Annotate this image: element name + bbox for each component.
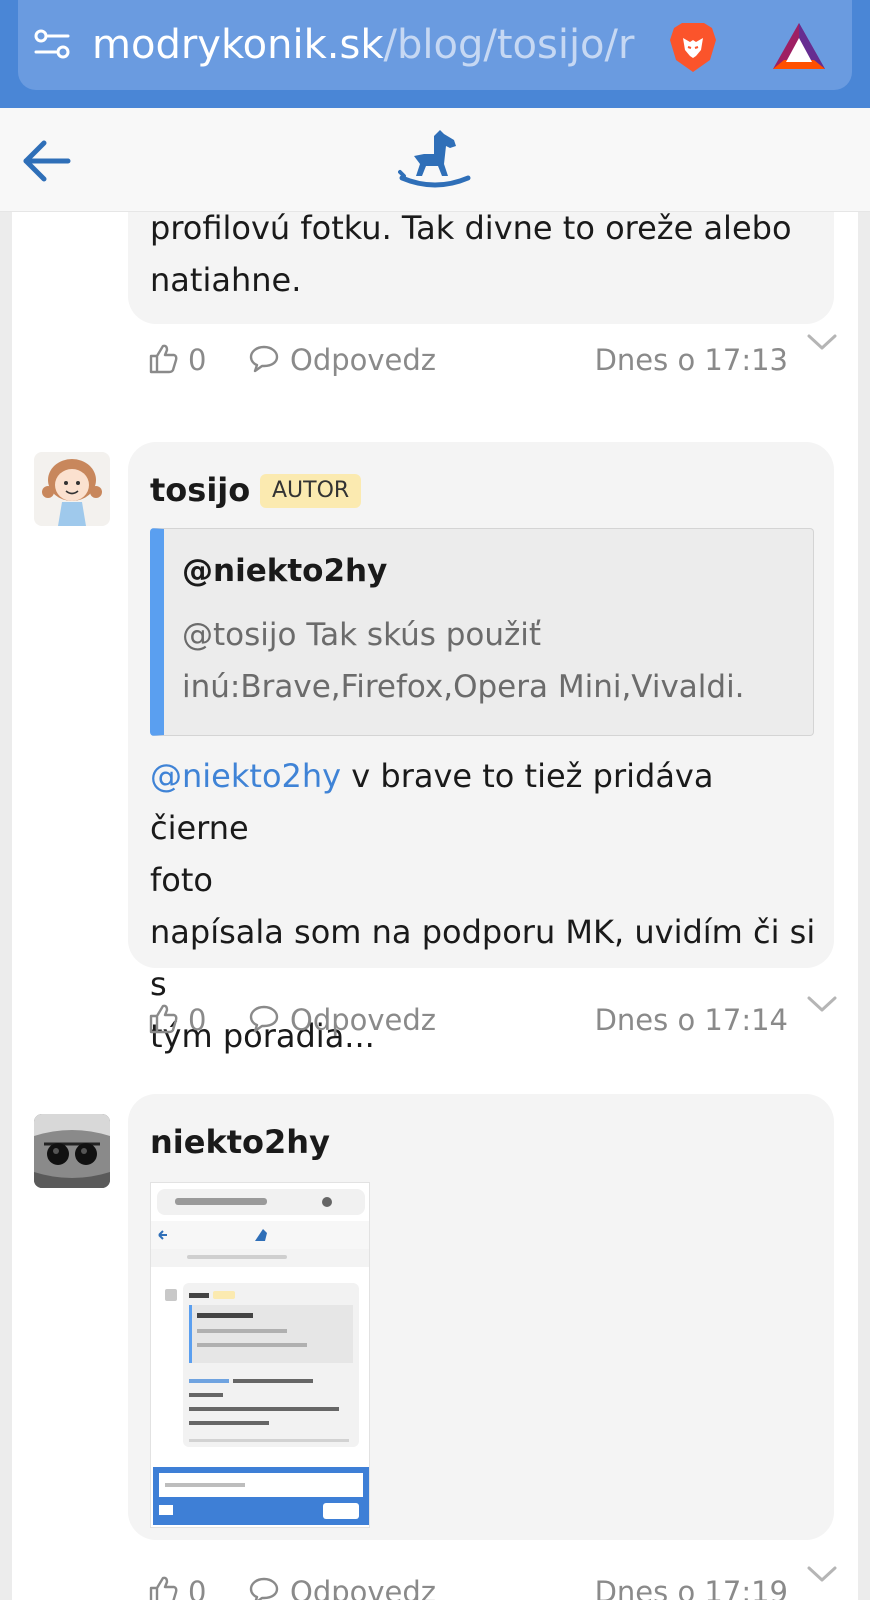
like-count: 0: [188, 1003, 207, 1037]
screenshot-preview-image: [151, 1183, 369, 1527]
girl-avatar-icon: [42, 459, 102, 526]
url-host: modrykonik.sk: [92, 22, 384, 68]
user-mention-link[interactable]: @niekto2hy: [150, 757, 341, 795]
speech-bubble-icon[interactable]: [248, 344, 280, 374]
tune-icon[interactable]: [32, 26, 72, 62]
comment-timestamp: Dnes o 17:14: [594, 1003, 788, 1037]
thumbs-up-icon[interactable]: [148, 1574, 178, 1600]
comment-text-line: napísala som na podporu MK, uvidím či si…: [150, 913, 816, 1003]
chevron-down-icon[interactable]: [806, 994, 838, 1014]
thumbs-up-icon[interactable]: [148, 342, 178, 374]
quote-text-line: inú:Brave,Firefox,Opera Mini,Vivaldi.: [182, 669, 745, 705]
comment-author[interactable]: tosijo: [150, 470, 250, 510]
screenshot-thumbnail[interactable]: [150, 1182, 370, 1528]
comment-bubble: tosijo AUTOR @niekto2hy @tosijo Tak skús…: [128, 442, 834, 1055]
thumbs-up-icon[interactable]: [148, 1002, 178, 1034]
comment-actions: 0 Odpovedz Dnes o 17:13: [148, 340, 788, 380]
quote-text: @tosijo Tak skús použiť inú:Brave,Firefo…: [182, 609, 802, 713]
comment-text-line: profilovú fotku. Tak divne to oreže aleb…: [150, 212, 792, 247]
author-badge: AUTOR: [260, 474, 362, 508]
reply-button[interactable]: Odpovedz: [290, 1000, 436, 1040]
comments-feed[interactable]: profilovú fotku. Tak divne to oreže aleb…: [0, 212, 870, 1600]
quote-text-line: @tosijo Tak skús použiť: [182, 617, 542, 653]
comment-bubble: niekto2hy: [128, 1094, 834, 1540]
comment-author[interactable]: niekto2hy: [150, 1122, 330, 1162]
app-header: [0, 108, 870, 212]
comment-actions: 0 Odpovedz Dnes o 17:19: [148, 1572, 788, 1600]
chevron-down-icon[interactable]: [806, 332, 838, 352]
comment-actions: 0 Odpovedz Dnes o 17:14: [148, 1000, 788, 1040]
comment-text-line: natiahne.: [150, 261, 302, 299]
avatar-niekto2hy[interactable]: [34, 1114, 110, 1188]
page-margin-right: [858, 212, 870, 1600]
like-count: 0: [188, 343, 207, 377]
comment-timestamp: Dnes o 17:19: [594, 1575, 788, 1600]
like-count: 0: [188, 1575, 207, 1600]
comment-text: profilovú fotku. Tak divne to oreže aleb…: [150, 212, 820, 306]
url-field[interactable]: modrykonik.sk/blog/tosijo/r: [18, 0, 852, 90]
url-text[interactable]: modrykonik.sk/blog/tosijo/r: [92, 18, 662, 72]
avatar-tosijo[interactable]: [34, 452, 110, 526]
comment-text-line: foto: [150, 861, 213, 899]
comment-text-line: @niekto2hy v brave to tiež pridáva čiern…: [150, 750, 820, 854]
back-arrow-icon[interactable]: [20, 136, 74, 186]
bat-rewards-icon[interactable]: [770, 20, 828, 72]
chevron-down-icon[interactable]: [806, 1564, 838, 1584]
brave-lion-icon[interactable]: [666, 20, 720, 74]
comment-timestamp: Dnes o 17:13: [594, 343, 788, 377]
browser-toolbar: modrykonik.sk/blog/tosijo/r: [0, 0, 870, 108]
cat-sunglasses-avatar-icon: [34, 1114, 110, 1188]
speech-bubble-icon[interactable]: [248, 1576, 280, 1600]
speech-bubble-icon[interactable]: [248, 1004, 280, 1034]
comment-bubble: profilovú fotku. Tak divne to oreže aleb…: [128, 212, 834, 324]
url-path: /blog/tosijo/r: [383, 22, 635, 68]
rocking-horse-logo-icon[interactable]: [398, 126, 472, 196]
quote-author: @niekto2hy: [182, 553, 388, 589]
page-margin-left: [0, 212, 12, 1600]
reply-button[interactable]: Odpovedz: [290, 340, 436, 380]
reply-button[interactable]: Odpovedz: [290, 1572, 436, 1600]
quoted-comment: @niekto2hy @tosijo Tak skús použiť inú:B…: [150, 528, 814, 736]
